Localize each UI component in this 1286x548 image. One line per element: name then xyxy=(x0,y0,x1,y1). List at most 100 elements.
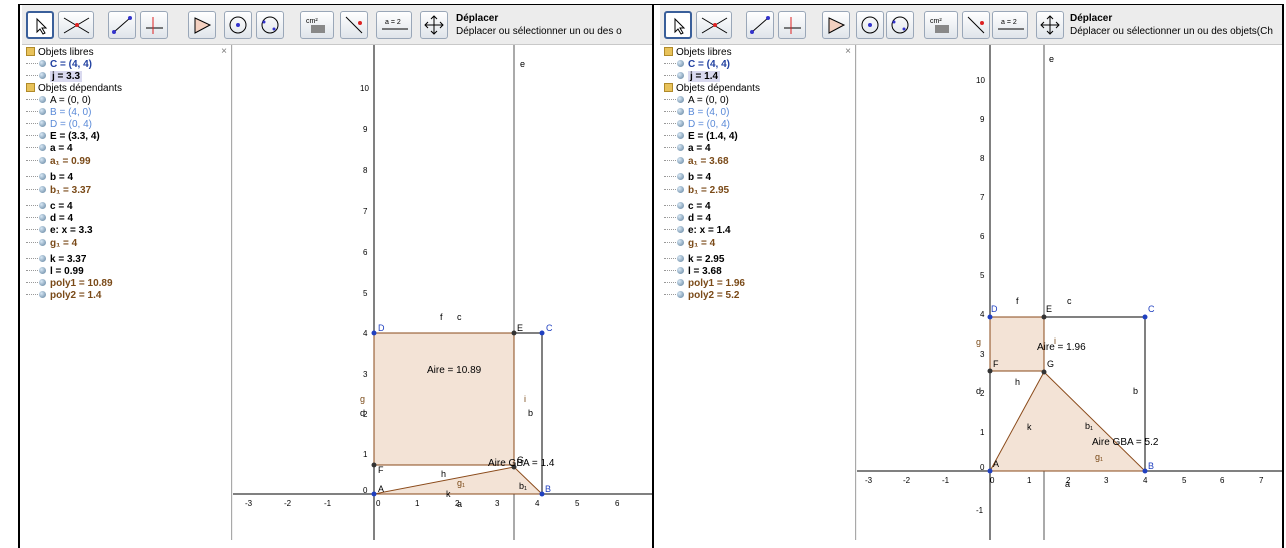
algebra-item[interactable]: poly1 = 1.96 xyxy=(664,278,745,290)
visibility-icon[interactable] xyxy=(677,120,684,127)
free-objects-header[interactable]: Objets libres xyxy=(26,47,94,59)
point-B[interactable] xyxy=(1142,468,1148,474)
algebra-item[interactable]: d = 4 xyxy=(664,213,711,225)
algebra-item[interactable]: A = (0, 0) xyxy=(26,95,91,107)
perpendicular-tool-button[interactable] xyxy=(778,11,806,39)
visibility-icon[interactable] xyxy=(677,239,684,246)
algebra-item[interactable]: b₁ = 2.95 xyxy=(664,185,729,197)
move-view-tool-button[interactable] xyxy=(1036,11,1064,39)
algebra-item[interactable]: D = (0, 4) xyxy=(26,119,92,131)
algebra-item[interactable]: a₁ = 0.99 xyxy=(26,156,91,168)
area-tool-button[interactable]: cm² xyxy=(300,11,334,39)
algebra-item[interactable]: l = 0.99 xyxy=(26,266,84,278)
point-E[interactable] xyxy=(511,330,517,336)
algebra-item[interactable]: l = 3.68 xyxy=(664,266,722,278)
visibility-icon[interactable] xyxy=(677,173,684,180)
visibility-icon[interactable] xyxy=(677,202,684,209)
algebra-item[interactable]: e: x = 3.3 xyxy=(26,225,93,237)
algebra-item[interactable]: a = 4 xyxy=(26,143,73,155)
visibility-icon[interactable] xyxy=(39,202,46,209)
reflect-tool-button[interactable] xyxy=(962,11,990,39)
graphics-view[interactable]: -3 -2 -1 0 1 2 3 4 5 6 7 -1 1 2 3 4 5 6 … xyxy=(857,45,1282,540)
algebra-item[interactable]: j = 1.4 xyxy=(664,71,721,83)
visibility-icon[interactable] xyxy=(39,108,46,115)
algebra-item[interactable]: e: x = 1.4 xyxy=(664,225,731,237)
point-F[interactable] xyxy=(371,462,377,468)
point-A[interactable] xyxy=(987,468,993,474)
visibility-icon[interactable] xyxy=(677,108,684,115)
polygon-tool-button[interactable] xyxy=(188,11,216,39)
visibility-icon[interactable] xyxy=(677,279,684,286)
point-C[interactable] xyxy=(1142,314,1148,320)
perpendicular-tool-button[interactable] xyxy=(140,11,168,39)
slider-tool-button[interactable]: a = 2 xyxy=(992,11,1028,39)
point-B[interactable] xyxy=(539,491,545,497)
point-A[interactable] xyxy=(371,491,377,497)
algebra-item[interactable]: E = (3.3, 4) xyxy=(26,131,100,143)
visibility-icon[interactable] xyxy=(39,226,46,233)
circle-tool-button[interactable] xyxy=(224,11,252,39)
visibility-icon[interactable] xyxy=(677,144,684,151)
reflect-tool-button[interactable] xyxy=(340,11,368,39)
visibility-icon[interactable] xyxy=(677,226,684,233)
circle-tool-button[interactable] xyxy=(856,11,884,39)
visibility-icon[interactable] xyxy=(677,157,684,164)
visibility-icon[interactable] xyxy=(39,173,46,180)
algebra-item[interactable]: b = 4 xyxy=(26,172,73,184)
point-G[interactable] xyxy=(1041,369,1047,375)
algebra-item[interactable]: a₁ = 3.68 xyxy=(664,156,729,168)
algebra-item[interactable]: a = 4 xyxy=(664,143,711,155)
algebra-item[interactable]: C = (4, 4) xyxy=(664,59,730,71)
close-icon[interactable]: × xyxy=(845,46,851,57)
visibility-icon[interactable] xyxy=(39,157,46,164)
visibility-icon[interactable] xyxy=(39,96,46,103)
dependent-objects-header[interactable]: Objets dépendants xyxy=(664,83,760,95)
algebra-item[interactable]: poly2 = 5.2 xyxy=(664,290,739,302)
visibility-icon[interactable] xyxy=(39,144,46,151)
free-objects-header[interactable]: Objets libres xyxy=(664,47,732,59)
line-tool-button[interactable] xyxy=(746,11,774,39)
visibility-icon[interactable] xyxy=(39,255,46,262)
visibility-icon[interactable] xyxy=(677,96,684,103)
visibility-icon[interactable] xyxy=(39,214,46,221)
visibility-icon[interactable] xyxy=(677,186,684,193)
visibility-icon[interactable] xyxy=(39,72,46,79)
area-tool-button[interactable]: cm² xyxy=(924,11,958,39)
visibility-icon[interactable] xyxy=(39,120,46,127)
algebra-item[interactable]: j = 3.3 xyxy=(26,71,83,83)
visibility-icon[interactable] xyxy=(39,60,46,67)
algebra-item[interactable]: B = (4, 0) xyxy=(26,107,91,119)
polygon-rectangle[interactable] xyxy=(373,332,515,466)
algebra-item[interactable]: A = (0, 0) xyxy=(664,95,729,107)
algebra-item[interactable]: d = 4 xyxy=(26,213,73,225)
visibility-icon[interactable] xyxy=(677,255,684,262)
polygon-triangle[interactable] xyxy=(989,371,1147,472)
move-tool-button[interactable] xyxy=(664,11,692,39)
visibility-icon[interactable] xyxy=(677,132,684,139)
algebra-item[interactable]: poly1 = 10.89 xyxy=(26,278,113,290)
visibility-icon[interactable] xyxy=(39,132,46,139)
algebra-item[interactable]: D = (0, 4) xyxy=(664,119,730,131)
visibility-icon[interactable] xyxy=(677,60,684,67)
point-tool-button[interactable] xyxy=(58,11,94,39)
point-tool-button[interactable] xyxy=(696,11,732,39)
algebra-item[interactable]: C = (4, 4) xyxy=(26,59,92,71)
algebra-item[interactable]: k = 3.37 xyxy=(26,254,86,266)
algebra-item[interactable]: b₁ = 3.37 xyxy=(26,185,91,197)
visibility-icon[interactable] xyxy=(39,267,46,274)
graphics-canvas[interactable]: -3 -2 -1 0 1 2 3 4 5 6 7 -1 1 2 3 4 5 6 … xyxy=(857,45,1282,540)
point-F[interactable] xyxy=(987,368,993,374)
move-view-tool-button[interactable] xyxy=(420,11,448,39)
graphics-view[interactable]: -3 -2 -1 0 1 2 3 4 5 6 1 2 3 4 5 6 7 8 9 xyxy=(233,45,652,540)
polygon-tool-button[interactable] xyxy=(822,11,850,39)
slider-tool-button[interactable]: a = 2 xyxy=(376,11,412,39)
visibility-icon[interactable] xyxy=(39,239,46,246)
close-icon[interactable]: × xyxy=(221,46,227,57)
algebra-item[interactable]: B = (4, 0) xyxy=(664,107,729,119)
algebra-item[interactable]: E = (1.4, 4) xyxy=(664,131,738,143)
point-C[interactable] xyxy=(539,330,545,336)
algebra-item[interactable]: c = 4 xyxy=(26,201,73,213)
algebra-item[interactable]: k = 2.95 xyxy=(664,254,724,266)
visibility-icon[interactable] xyxy=(39,279,46,286)
algebra-item[interactable]: g₁ = 4 xyxy=(664,238,715,250)
